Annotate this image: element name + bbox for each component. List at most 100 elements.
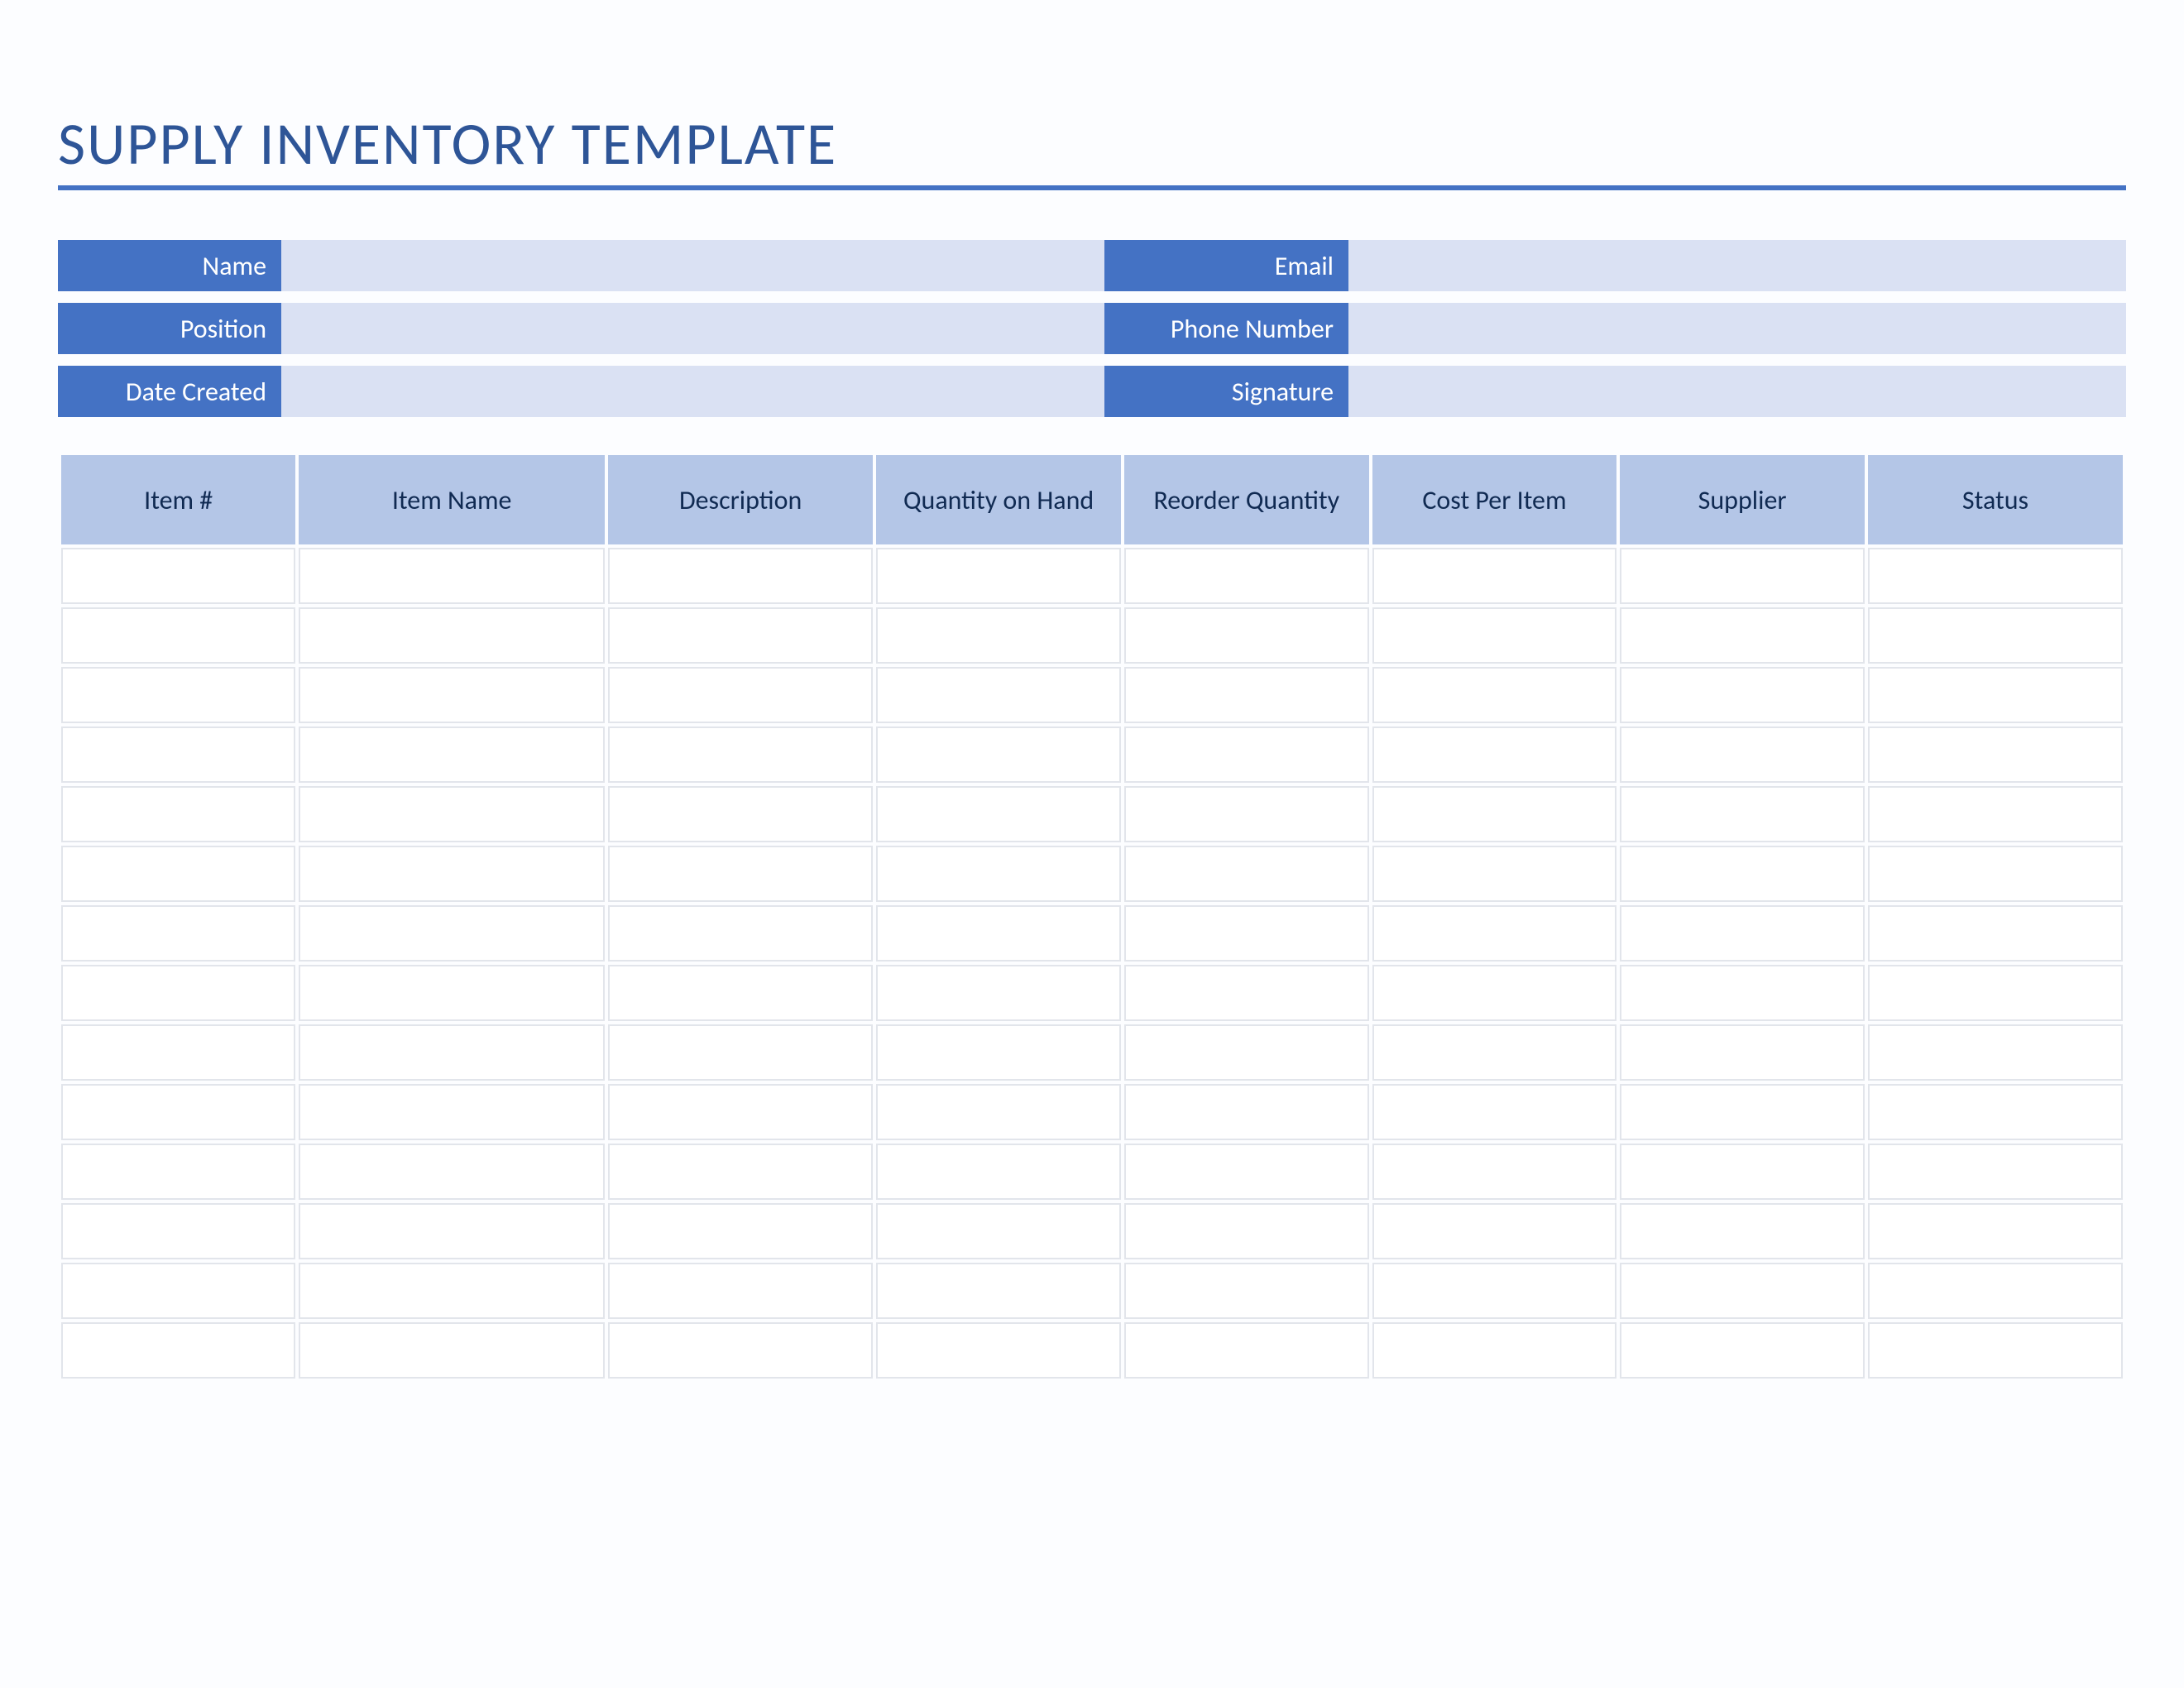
table-cell[interactable] [608,1203,873,1259]
table-cell[interactable] [608,727,873,783]
table-cell[interactable] [1620,846,1865,902]
table-cell[interactable] [1372,607,1617,664]
table-cell[interactable] [299,846,605,902]
table-cell[interactable] [876,965,1121,1021]
name-field[interactable] [281,240,1104,291]
table-cell[interactable] [61,965,295,1021]
table-cell[interactable] [1620,1203,1865,1259]
table-cell[interactable] [608,1263,873,1319]
table-cell[interactable] [61,786,295,842]
table-cell[interactable] [876,1144,1121,1200]
table-cell[interactable] [608,667,873,723]
table-cell[interactable] [876,1203,1121,1259]
table-cell[interactable] [608,786,873,842]
table-cell[interactable] [299,786,605,842]
table-cell[interactable] [299,1203,605,1259]
table-cell[interactable] [1868,1144,2123,1200]
table-cell[interactable] [1124,905,1369,961]
table-cell[interactable] [61,667,295,723]
table-cell[interactable] [61,1084,295,1140]
table-cell[interactable] [61,1144,295,1200]
table-cell[interactable] [1620,727,1865,783]
table-cell[interactable] [876,846,1121,902]
table-cell[interactable] [1620,1322,1865,1379]
table-cell[interactable] [1372,1084,1617,1140]
table-cell[interactable] [299,1024,605,1081]
table-cell[interactable] [1620,1144,1865,1200]
table-cell[interactable] [1372,905,1617,961]
table-cell[interactable] [61,607,295,664]
table-cell[interactable] [608,846,873,902]
table-cell[interactable] [608,1144,873,1200]
table-cell[interactable] [1124,786,1369,842]
table-cell[interactable] [876,667,1121,723]
table-cell[interactable] [1620,1263,1865,1319]
table-cell[interactable] [1124,1084,1369,1140]
table-cell[interactable] [876,786,1121,842]
table-cell[interactable] [1620,1084,1865,1140]
table-cell[interactable] [61,1024,295,1081]
table-cell[interactable] [1124,1024,1369,1081]
phone-field[interactable] [1348,303,2126,354]
table-cell[interactable] [299,548,605,604]
table-cell[interactable] [1620,548,1865,604]
table-cell[interactable] [608,1322,873,1379]
table-cell[interactable] [1372,727,1617,783]
table-cell[interactable] [876,1024,1121,1081]
table-cell[interactable] [876,727,1121,783]
table-cell[interactable] [876,905,1121,961]
table-cell[interactable] [1372,965,1617,1021]
table-cell[interactable] [299,1322,605,1379]
table-cell[interactable] [299,667,605,723]
table-cell[interactable] [1620,905,1865,961]
table-cell[interactable] [1620,786,1865,842]
table-cell[interactable] [61,1263,295,1319]
table-cell[interactable] [1868,965,2123,1021]
email-field[interactable] [1348,240,2126,291]
table-cell[interactable] [61,1203,295,1259]
table-cell[interactable] [1372,667,1617,723]
table-cell[interactable] [1868,667,2123,723]
table-cell[interactable] [876,1263,1121,1319]
table-cell[interactable] [1124,965,1369,1021]
table-cell[interactable] [876,1084,1121,1140]
table-cell[interactable] [299,1084,605,1140]
table-cell[interactable] [1372,1203,1617,1259]
table-cell[interactable] [1124,727,1369,783]
table-cell[interactable] [608,905,873,961]
table-cell[interactable] [1124,667,1369,723]
table-cell[interactable] [1868,727,2123,783]
table-cell[interactable] [299,905,605,961]
table-cell[interactable] [1124,1322,1369,1379]
table-cell[interactable] [1620,965,1865,1021]
table-cell[interactable] [608,607,873,664]
table-cell[interactable] [608,1084,873,1140]
table-cell[interactable] [1620,607,1865,664]
table-cell[interactable] [299,727,605,783]
table-cell[interactable] [1868,1084,2123,1140]
table-cell[interactable] [1372,786,1617,842]
table-cell[interactable] [299,1144,605,1200]
table-cell[interactable] [1620,667,1865,723]
table-cell[interactable] [1372,1263,1617,1319]
table-cell[interactable] [608,965,873,1021]
table-cell[interactable] [1372,1322,1617,1379]
table-cell[interactable] [1372,1024,1617,1081]
table-cell[interactable] [608,1024,873,1081]
table-cell[interactable] [1868,1024,2123,1081]
table-cell[interactable] [1868,846,2123,902]
table-cell[interactable] [1868,1203,2123,1259]
table-cell[interactable] [1620,1024,1865,1081]
table-cell[interactable] [1124,548,1369,604]
signature-field[interactable] [1348,366,2126,417]
date-created-field[interactable] [281,366,1104,417]
table-cell[interactable] [1124,846,1369,902]
table-cell[interactable] [1372,548,1617,604]
table-cell[interactable] [1868,786,2123,842]
table-cell[interactable] [299,965,605,1021]
table-cell[interactable] [61,846,295,902]
table-cell[interactable] [299,1263,605,1319]
table-cell[interactable] [1124,1203,1369,1259]
position-field[interactable] [281,303,1104,354]
table-cell[interactable] [1868,607,2123,664]
